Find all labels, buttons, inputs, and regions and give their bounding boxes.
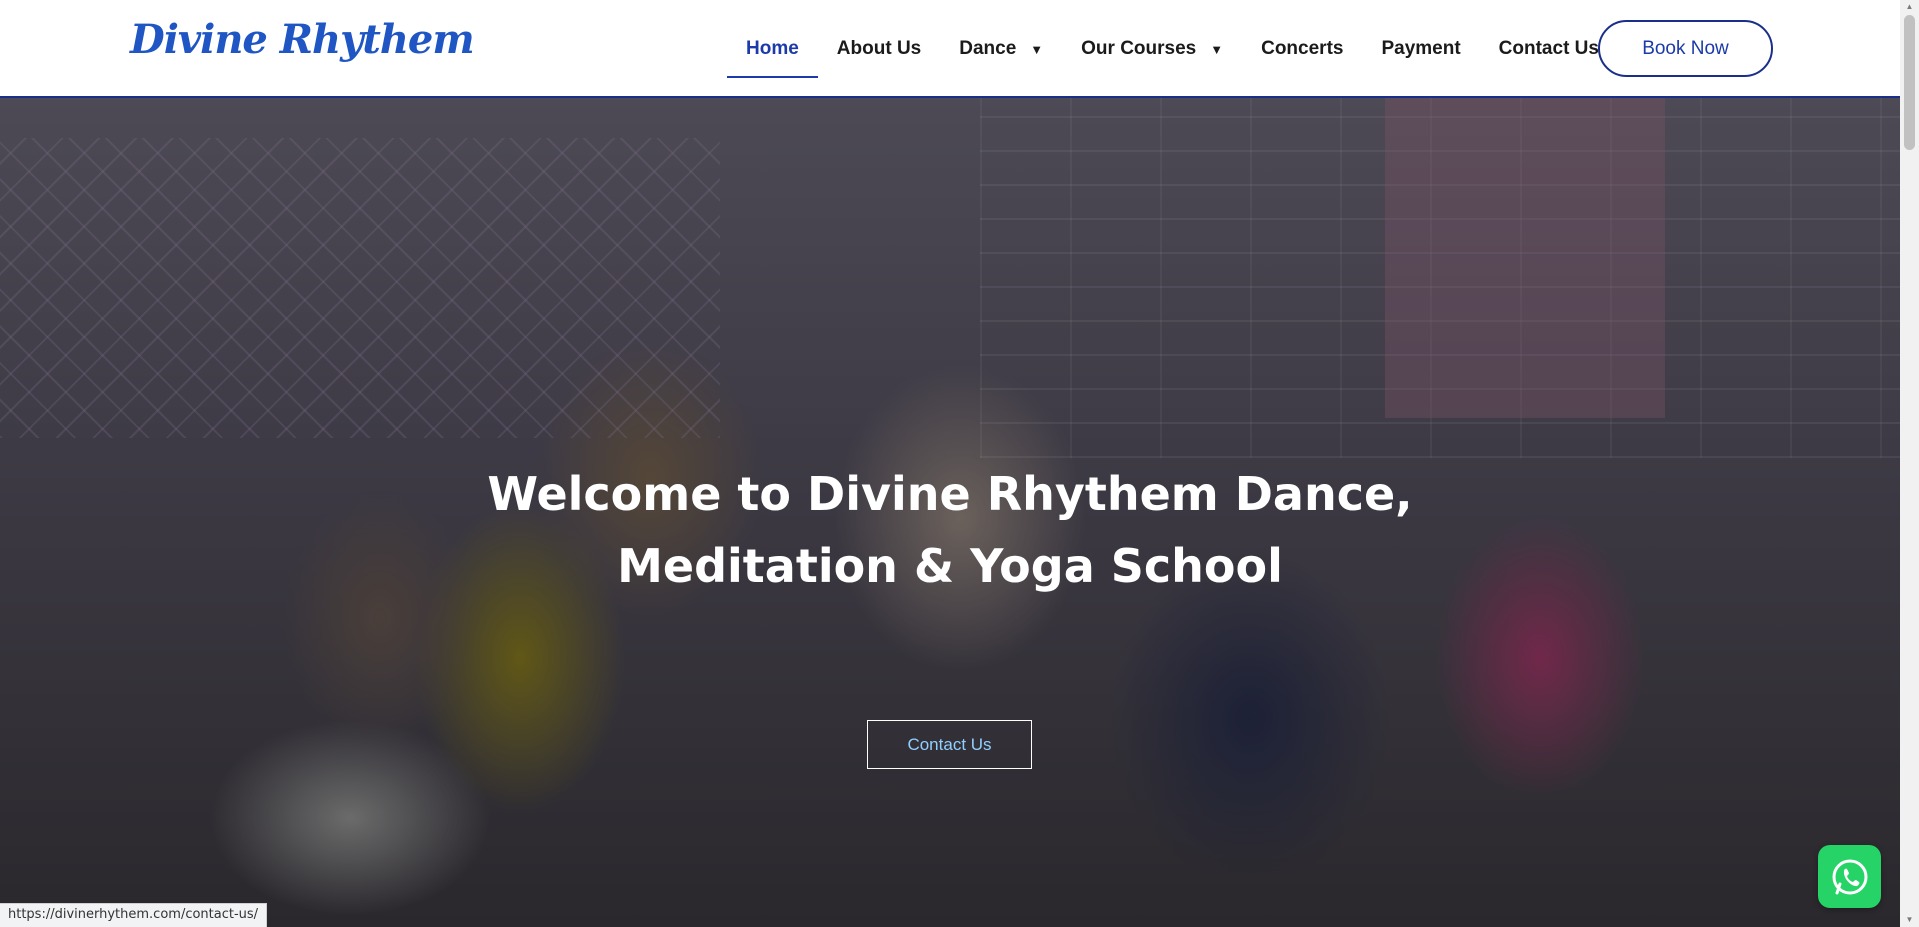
- nav-item-label: Contact Us: [1498, 38, 1599, 59]
- nav-item-about-us[interactable]: About Us: [818, 0, 940, 98]
- page-scrollbar[interactable]: ▲ ▼: [1900, 0, 1919, 927]
- nav-item-label: Concerts: [1261, 38, 1344, 59]
- scroll-up-icon[interactable]: ▲: [1904, 2, 1915, 12]
- nav-item-label: Payment: [1381, 38, 1461, 59]
- whatsapp-icon[interactable]: [1818, 845, 1881, 908]
- nav-item-label: Dance: [959, 38, 1017, 59]
- nav-item-payment[interactable]: Payment: [1362, 0, 1479, 98]
- site-header: Divine Rhythem Home About Us Dance ▼ Our…: [0, 0, 1900, 98]
- nav-item-dance[interactable]: Dance ▼: [940, 0, 1062, 98]
- nav-item-label: Our Courses: [1081, 38, 1197, 59]
- caret-down-icon[interactable]: ▼: [1030, 42, 1043, 57]
- status-bar-url: https://divinerhythem.com/contact-us/: [0, 903, 268, 927]
- scroll-thumb[interactable]: [1904, 15, 1915, 150]
- book-now-button[interactable]: Book Now: [1598, 20, 1773, 77]
- nav-item-label: Home: [746, 38, 799, 59]
- site-logo[interactable]: Divine Rhythem: [130, 16, 475, 63]
- hero-title: Welcome to Divine Rhythem Dance, Meditat…: [487, 467, 1413, 593]
- caret-down-icon[interactable]: ▼: [1210, 42, 1223, 57]
- nav-item-our-courses[interactable]: Our Courses ▼: [1062, 0, 1242, 98]
- nav-item-concerts[interactable]: Concerts: [1242, 0, 1362, 98]
- hero-section: Welcome to Divine Rhythem Dance, Meditat…: [0, 98, 1900, 927]
- nav-item-label: About Us: [836, 38, 922, 59]
- hero-contact-us-button[interactable]: Contact Us: [867, 720, 1032, 769]
- scroll-down-icon[interactable]: ▼: [1904, 915, 1915, 925]
- nav-item-home[interactable]: Home: [727, 0, 818, 98]
- main-nav: Home About Us Dance ▼ Our Courses ▼ Conc…: [727, 0, 1618, 98]
